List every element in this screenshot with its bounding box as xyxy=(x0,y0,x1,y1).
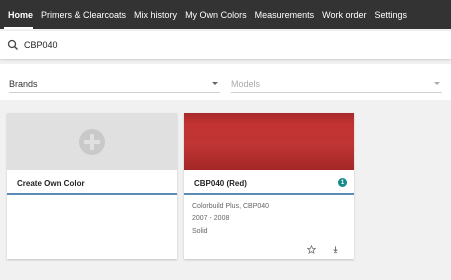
chevron-down-icon xyxy=(434,82,440,85)
top-nav: Home Primers & Clearcoats Mix history My… xyxy=(0,0,451,29)
create-card-header xyxy=(7,113,177,170)
nav-home[interactable]: Home xyxy=(0,0,37,29)
nav-work-order[interactable]: Work order xyxy=(318,0,370,29)
color-card-title: CBP040 (Red) xyxy=(194,179,247,188)
search-icon xyxy=(7,39,18,50)
chevron-down-icon xyxy=(212,82,218,85)
plus-circle-icon xyxy=(79,129,105,155)
models-select-label: Models xyxy=(231,79,261,89)
count-badge: 1 xyxy=(338,178,347,187)
star-icon xyxy=(306,244,316,254)
color-finish: Solid xyxy=(192,228,208,235)
brands-select-label: Brands xyxy=(9,79,38,89)
color-brand-code: Colorbuild Plus, CBP040 xyxy=(192,203,270,210)
download-icon xyxy=(332,245,338,253)
color-swatch xyxy=(184,113,354,170)
models-select[interactable]: Models xyxy=(231,76,442,93)
favorite-button[interactable] xyxy=(306,244,316,254)
nav-settings[interactable]: Settings xyxy=(370,0,411,29)
search-bar xyxy=(0,31,451,59)
nav-mix-history[interactable]: Mix history xyxy=(130,0,181,29)
nav-measurements[interactable]: Measurements xyxy=(251,0,319,29)
search-input[interactable] xyxy=(24,40,424,50)
card-divider xyxy=(184,193,354,195)
filter-bar: Brands Models xyxy=(0,64,451,100)
nav-my-own-colors[interactable]: My Own Colors xyxy=(181,0,251,29)
card-divider xyxy=(7,193,177,195)
create-own-color-card[interactable]: Create Own Color xyxy=(7,113,177,259)
color-years: 2007 - 2008 xyxy=(192,215,230,222)
create-card-title: Create Own Color xyxy=(17,179,85,188)
nav-primers-clearcoats[interactable]: Primers & Clearcoats xyxy=(37,0,130,29)
brands-select[interactable]: Brands xyxy=(9,76,220,93)
color-card[interactable]: CBP040 (Red) 1 Colorbuild Plus, CBP040 2… xyxy=(184,113,354,259)
download-button[interactable] xyxy=(330,244,340,254)
